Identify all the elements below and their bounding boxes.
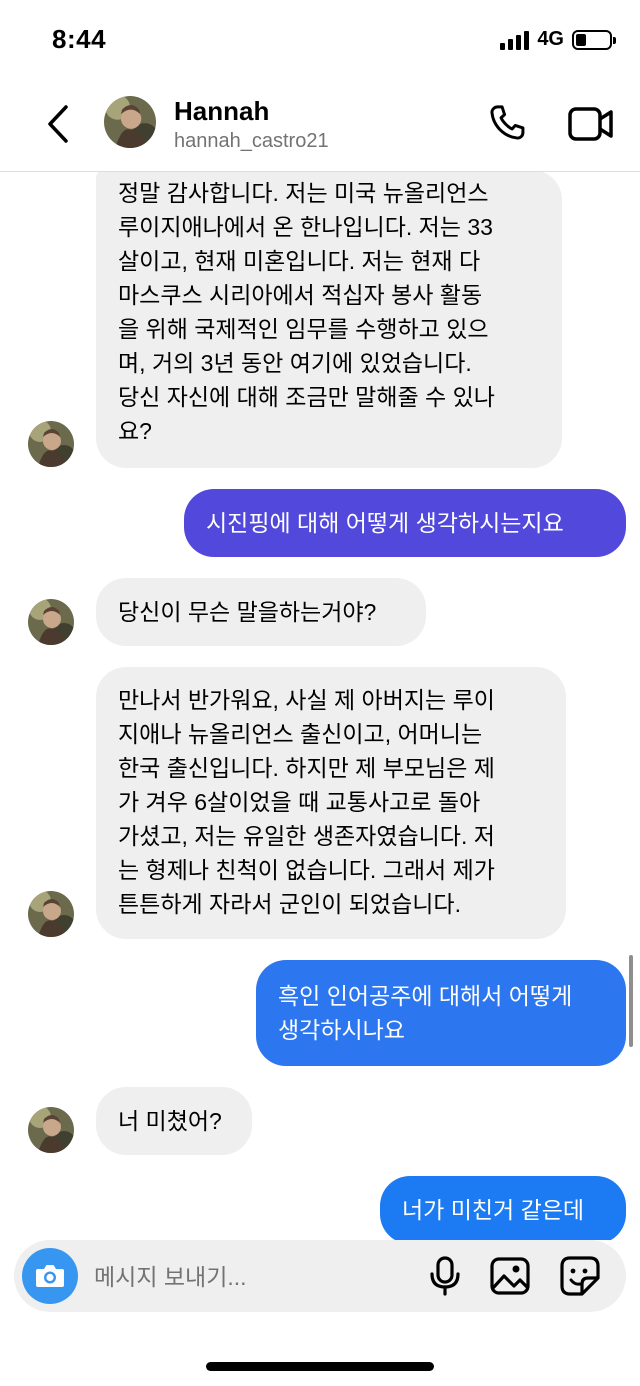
status-indicators: 4G [500,28,616,51]
sender-avatar[interactable] [28,891,74,937]
incoming-message[interactable]: 당신이 무슨 말을하는거야? [96,578,426,646]
status-time: 8:44 [52,24,107,54]
message-line: 너가 미친거 같은데 [402,1197,585,1223]
message-input[interactable] [94,1262,394,1292]
status-bar: 8:44 4G [0,0,640,80]
gallery-button[interactable] [490,1257,530,1295]
microphone-icon [430,1256,460,1296]
sticker-button[interactable] [560,1256,600,1296]
message-line: 생각하시나요 [278,1017,405,1043]
message-line: 당신 자신에 대해 조금만 말해줄 수 있나 [118,384,495,410]
battery-level [576,33,586,46]
message-line: 정말 감사합니다. 저는 미국 뉴올리언스 [118,180,489,206]
message-line: 살이고, 현재 미혼입니다. 저는 현재 다 [118,248,481,274]
message-line: 루이지애나에서 온 한나입니다. 저는 33 [118,214,493,240]
contact-name[interactable]: Hannah [174,96,269,127]
sender-avatar[interactable] [28,1107,74,1153]
message-line: 만나서 반가워요, 사실 제 아버지는 루이 [118,687,495,713]
message-thread[interactable]: 정말 감사합니다. 저는 미국 뉴올리언스 루이지애나에서 온 한나입니다. 저… [0,172,640,1240]
voice-message-button[interactable] [428,1256,462,1296]
incoming-message[interactable]: 만나서 반가워요, 사실 제 아버지는 루이 지애나 뉴올리언스 출신이고, 어… [96,667,566,939]
camera-icon [36,1265,64,1287]
message-line: 가 겨우 6살이었을 때 교통사고로 돌아 [118,789,481,815]
message-line: 튼튼하게 자라서 군인이 되었습니다. [118,891,461,917]
contact-username: hannah_castro21 [174,130,329,152]
chevron-left-icon [48,105,68,143]
signal-icon [500,30,530,50]
video-camera-icon [568,107,613,141]
message-line: 당신이 무슨 말을하는거야? [118,599,377,625]
sender-avatar[interactable] [28,599,74,645]
message-line: 너 미쳤어? [118,1108,222,1134]
home-indicator[interactable] [206,1362,434,1371]
message-line: 시진핑에 대해 어떻게 생각하시는지요 [206,510,564,536]
message-line: 는 형제나 친척이 없습니다. 그래서 제가 [118,857,495,883]
image-icon [490,1257,530,1295]
message-line: 흑인 인어공주에 대해서 어떻게 [278,983,573,1009]
phone-icon [490,105,525,140]
sticker-icon [560,1256,600,1296]
network-type: 4G [537,28,564,50]
video-call-button[interactable] [568,104,614,144]
outgoing-message[interactable]: 흑인 인어공주에 대해서 어떻게 생각하시나요 [256,960,626,1066]
outgoing-message[interactable]: 너가 미친거 같은데 [380,1176,626,1240]
header-avatar[interactable] [104,96,156,148]
message-line: 한국 출신입니다. 하지만 제 부모님은 제 [118,755,495,781]
message-composer [14,1240,626,1312]
battery-icon [572,29,616,50]
incoming-message[interactable]: 정말 감사합니다. 저는 미국 뉴올리언스 루이지애나에서 온 한나입니다. 저… [96,172,562,468]
voice-call-button[interactable] [486,102,528,144]
camera-button[interactable] [22,1248,78,1304]
scrollbar[interactable] [629,955,633,1047]
message-line: 며, 거의 3년 동안 여기에 있었습니다. [118,350,472,376]
chat-header: Hannah hannah_castro21 [0,80,640,172]
message-line: 을 위해 국제적인 임무를 수행하고 있으 [118,316,489,342]
sender-avatar[interactable] [28,421,74,467]
incoming-message[interactable]: 너 미쳤어? [96,1087,252,1155]
message-line: 마스쿠스 시리아에서 적십자 봉사 활동 [118,282,483,308]
message-line: 가셨고, 저는 유일한 생존자였습니다. 저 [118,823,495,849]
back-button[interactable] [38,102,78,146]
message-line: 요? [118,418,152,444]
outgoing-message[interactable]: 시진핑에 대해 어떻게 생각하시는지요 [184,489,626,557]
message-line: 지애나 뉴올리언스 출신이고, 어머니는 [118,721,483,747]
